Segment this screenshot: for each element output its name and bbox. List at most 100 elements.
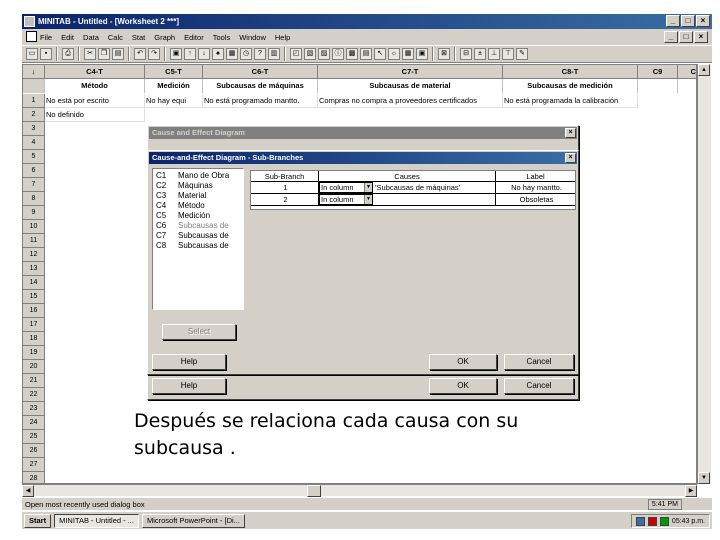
- print-icon[interactable]: ⎙: [62, 48, 74, 60]
- tool3-icon[interactable]: ±: [474, 48, 486, 60]
- row-number[interactable]: 24: [23, 416, 45, 430]
- row-number[interactable]: 7: [23, 178, 45, 192]
- graph9-icon[interactable]: ▦: [402, 48, 414, 60]
- undo-icon[interactable]: ↶: [134, 48, 146, 60]
- menu-help[interactable]: Help: [275, 33, 290, 42]
- row-number[interactable]: 22: [23, 388, 45, 402]
- row-number[interactable]: 1: [23, 94, 45, 108]
- vertical-scrollbar[interactable]: ▲ ▼: [697, 64, 711, 484]
- grid-row1-causes[interactable]: In column ▼ 'Subcausas de máquinas': [319, 182, 496, 194]
- start-button[interactable]: Start: [24, 513, 52, 528]
- outer-close-icon[interactable]: ×: [565, 128, 576, 138]
- col-header-c4[interactable]: C4-T: [45, 65, 145, 79]
- menu-edit[interactable]: Edit: [61, 33, 74, 42]
- col-name-c6[interactable]: Subcausas de máquinas: [203, 79, 318, 93]
- list-item[interactable]: C2 Máquinas: [156, 181, 213, 191]
- volume-icon[interactable]: [659, 516, 669, 526]
- inner-ok-button[interactable]: OK: [429, 354, 497, 370]
- doc-close-button[interactable]: ×: [694, 31, 708, 43]
- col-name-c7[interactable]: Subcausas de material: [318, 79, 503, 93]
- grid-row2-label[interactable]: Obsoletas: [496, 194, 575, 206]
- col-header-c10[interactable]: C10: [678, 65, 696, 79]
- scroll-up-icon[interactable]: ▲: [698, 64, 710, 76]
- graph3-icon[interactable]: ▨: [318, 48, 330, 60]
- menu-data[interactable]: Data: [83, 33, 99, 42]
- list-item[interactable]: C8 Subcausas de: [156, 241, 229, 251]
- inner-cancel-button[interactable]: Cancel: [504, 354, 574, 370]
- outer-ok-button[interactable]: OK: [429, 378, 497, 394]
- grid-row2-causes[interactable]: In column ▼: [319, 194, 496, 206]
- doc-minimize-button[interactable]: _: [664, 31, 678, 43]
- row-number[interactable]: 16: [23, 304, 45, 318]
- tool6-icon[interactable]: ✎: [516, 48, 528, 60]
- col-header-c6[interactable]: C6-T: [203, 65, 318, 79]
- up-icon[interactable]: ↑: [184, 48, 196, 60]
- row-number[interactable]: 8: [23, 192, 45, 206]
- save-icon[interactable]: ▪: [40, 48, 52, 60]
- list-item[interactable]: C6 Subcausas de: [156, 221, 229, 231]
- list-item[interactable]: C3 Material: [156, 191, 206, 201]
- down-icon[interactable]: ↓: [198, 48, 210, 60]
- col-name-c4[interactable]: Método: [45, 79, 145, 93]
- list-item[interactable]: C1 Mano de Obra: [156, 171, 229, 181]
- dropdown-arrow-icon[interactable]: ▼: [364, 195, 372, 204]
- row-number[interactable]: 5: [23, 150, 45, 164]
- close-button[interactable]: ×: [696, 15, 710, 27]
- menu-editor[interactable]: Editor: [184, 33, 204, 42]
- row-number[interactable]: 26: [23, 444, 45, 458]
- cell-r1-c4[interactable]: No está por escrito: [45, 94, 145, 108]
- task-powerpoint[interactable]: Microsoft PowerPoint - [Di...: [141, 513, 245, 528]
- network-icon[interactable]: [635, 516, 645, 526]
- row-number[interactable]: 3: [23, 122, 45, 136]
- variable-list[interactable]: C1 Mano de Obra C2 Máquinas C3 Material C4 M…: [152, 168, 244, 310]
- cut-icon[interactable]: ✂: [84, 48, 96, 60]
- graph1-icon[interactable]: ◰: [290, 48, 302, 60]
- cell-r1-c6[interactable]: No está programado mantto.: [203, 94, 318, 108]
- paste-icon[interactable]: ▤: [112, 48, 124, 60]
- worksheet-icon[interactable]: ▦: [226, 48, 238, 60]
- row-number[interactable]: 27: [23, 458, 45, 472]
- find-icon[interactable]: ♠: [212, 48, 224, 60]
- row-number[interactable]: 10: [23, 220, 45, 234]
- dropdown-arrow-icon[interactable]: ▼: [364, 183, 372, 192]
- grid-row1-label[interactable]: No hay mantto.: [496, 182, 575, 194]
- row-number[interactable]: 18: [23, 332, 45, 346]
- maximize-button[interactable]: □: [681, 15, 695, 27]
- scroll-thumb[interactable]: [307, 485, 321, 497]
- open-icon[interactable]: ▭: [26, 48, 38, 60]
- info-icon[interactable]: ▥: [268, 48, 280, 60]
- grid-row1-mode-select[interactable]: In column ▼: [319, 182, 373, 193]
- copy-icon[interactable]: ❐: [98, 48, 110, 60]
- menu-stat[interactable]: Stat: [132, 33, 145, 42]
- select-button[interactable]: Select: [162, 324, 236, 340]
- row-number[interactable]: 25: [23, 430, 45, 444]
- cell-r1-c5[interactable]: No hay equi: [145, 94, 203, 108]
- cell-r1-c8[interactable]: No está programada la calibración: [503, 94, 638, 108]
- outer-help-button[interactable]: Help: [152, 378, 226, 394]
- col-header-c5[interactable]: C5-T: [145, 65, 203, 79]
- list-item[interactable]: C5 Medición: [156, 211, 210, 221]
- cell-r2-c4[interactable]: No definido: [45, 108, 145, 122]
- tool2-icon[interactable]: ⊟: [460, 48, 472, 60]
- col-name-c8[interactable]: Subcausas de medición: [503, 79, 638, 93]
- minitab-app-icon[interactable]: [24, 16, 35, 27]
- clock-icon[interactable]: ◷: [240, 48, 252, 60]
- row-number[interactable]: 15: [23, 290, 45, 304]
- col-header-c8[interactable]: C8-T: [503, 65, 638, 79]
- minimize-button[interactable]: _: [666, 15, 680, 27]
- row-number[interactable]: 12: [23, 248, 45, 262]
- menu-graph[interactable]: Graph: [154, 33, 175, 42]
- graph2-icon[interactable]: ▧: [304, 48, 316, 60]
- redo-icon[interactable]: ↷: [148, 48, 160, 60]
- horizontal-scrollbar[interactable]: ◀ ▶: [22, 484, 697, 497]
- col-name-c10[interactable]: [678, 79, 696, 93]
- session-icon[interactable]: ▣: [170, 48, 182, 60]
- col-name-c9[interactable]: [638, 79, 678, 93]
- grid-row1-causes-value[interactable]: 'Subcausas de máquinas': [375, 183, 460, 192]
- row-number[interactable]: 23: [23, 402, 45, 416]
- grid-row2-mode-select[interactable]: In column ▼: [319, 194, 373, 205]
- inner-help-button[interactable]: Help: [152, 354, 226, 370]
- inner-close-icon[interactable]: ×: [565, 153, 576, 163]
- graph7-icon[interactable]: ↖: [374, 48, 386, 60]
- menu-window[interactable]: Window: [239, 33, 266, 42]
